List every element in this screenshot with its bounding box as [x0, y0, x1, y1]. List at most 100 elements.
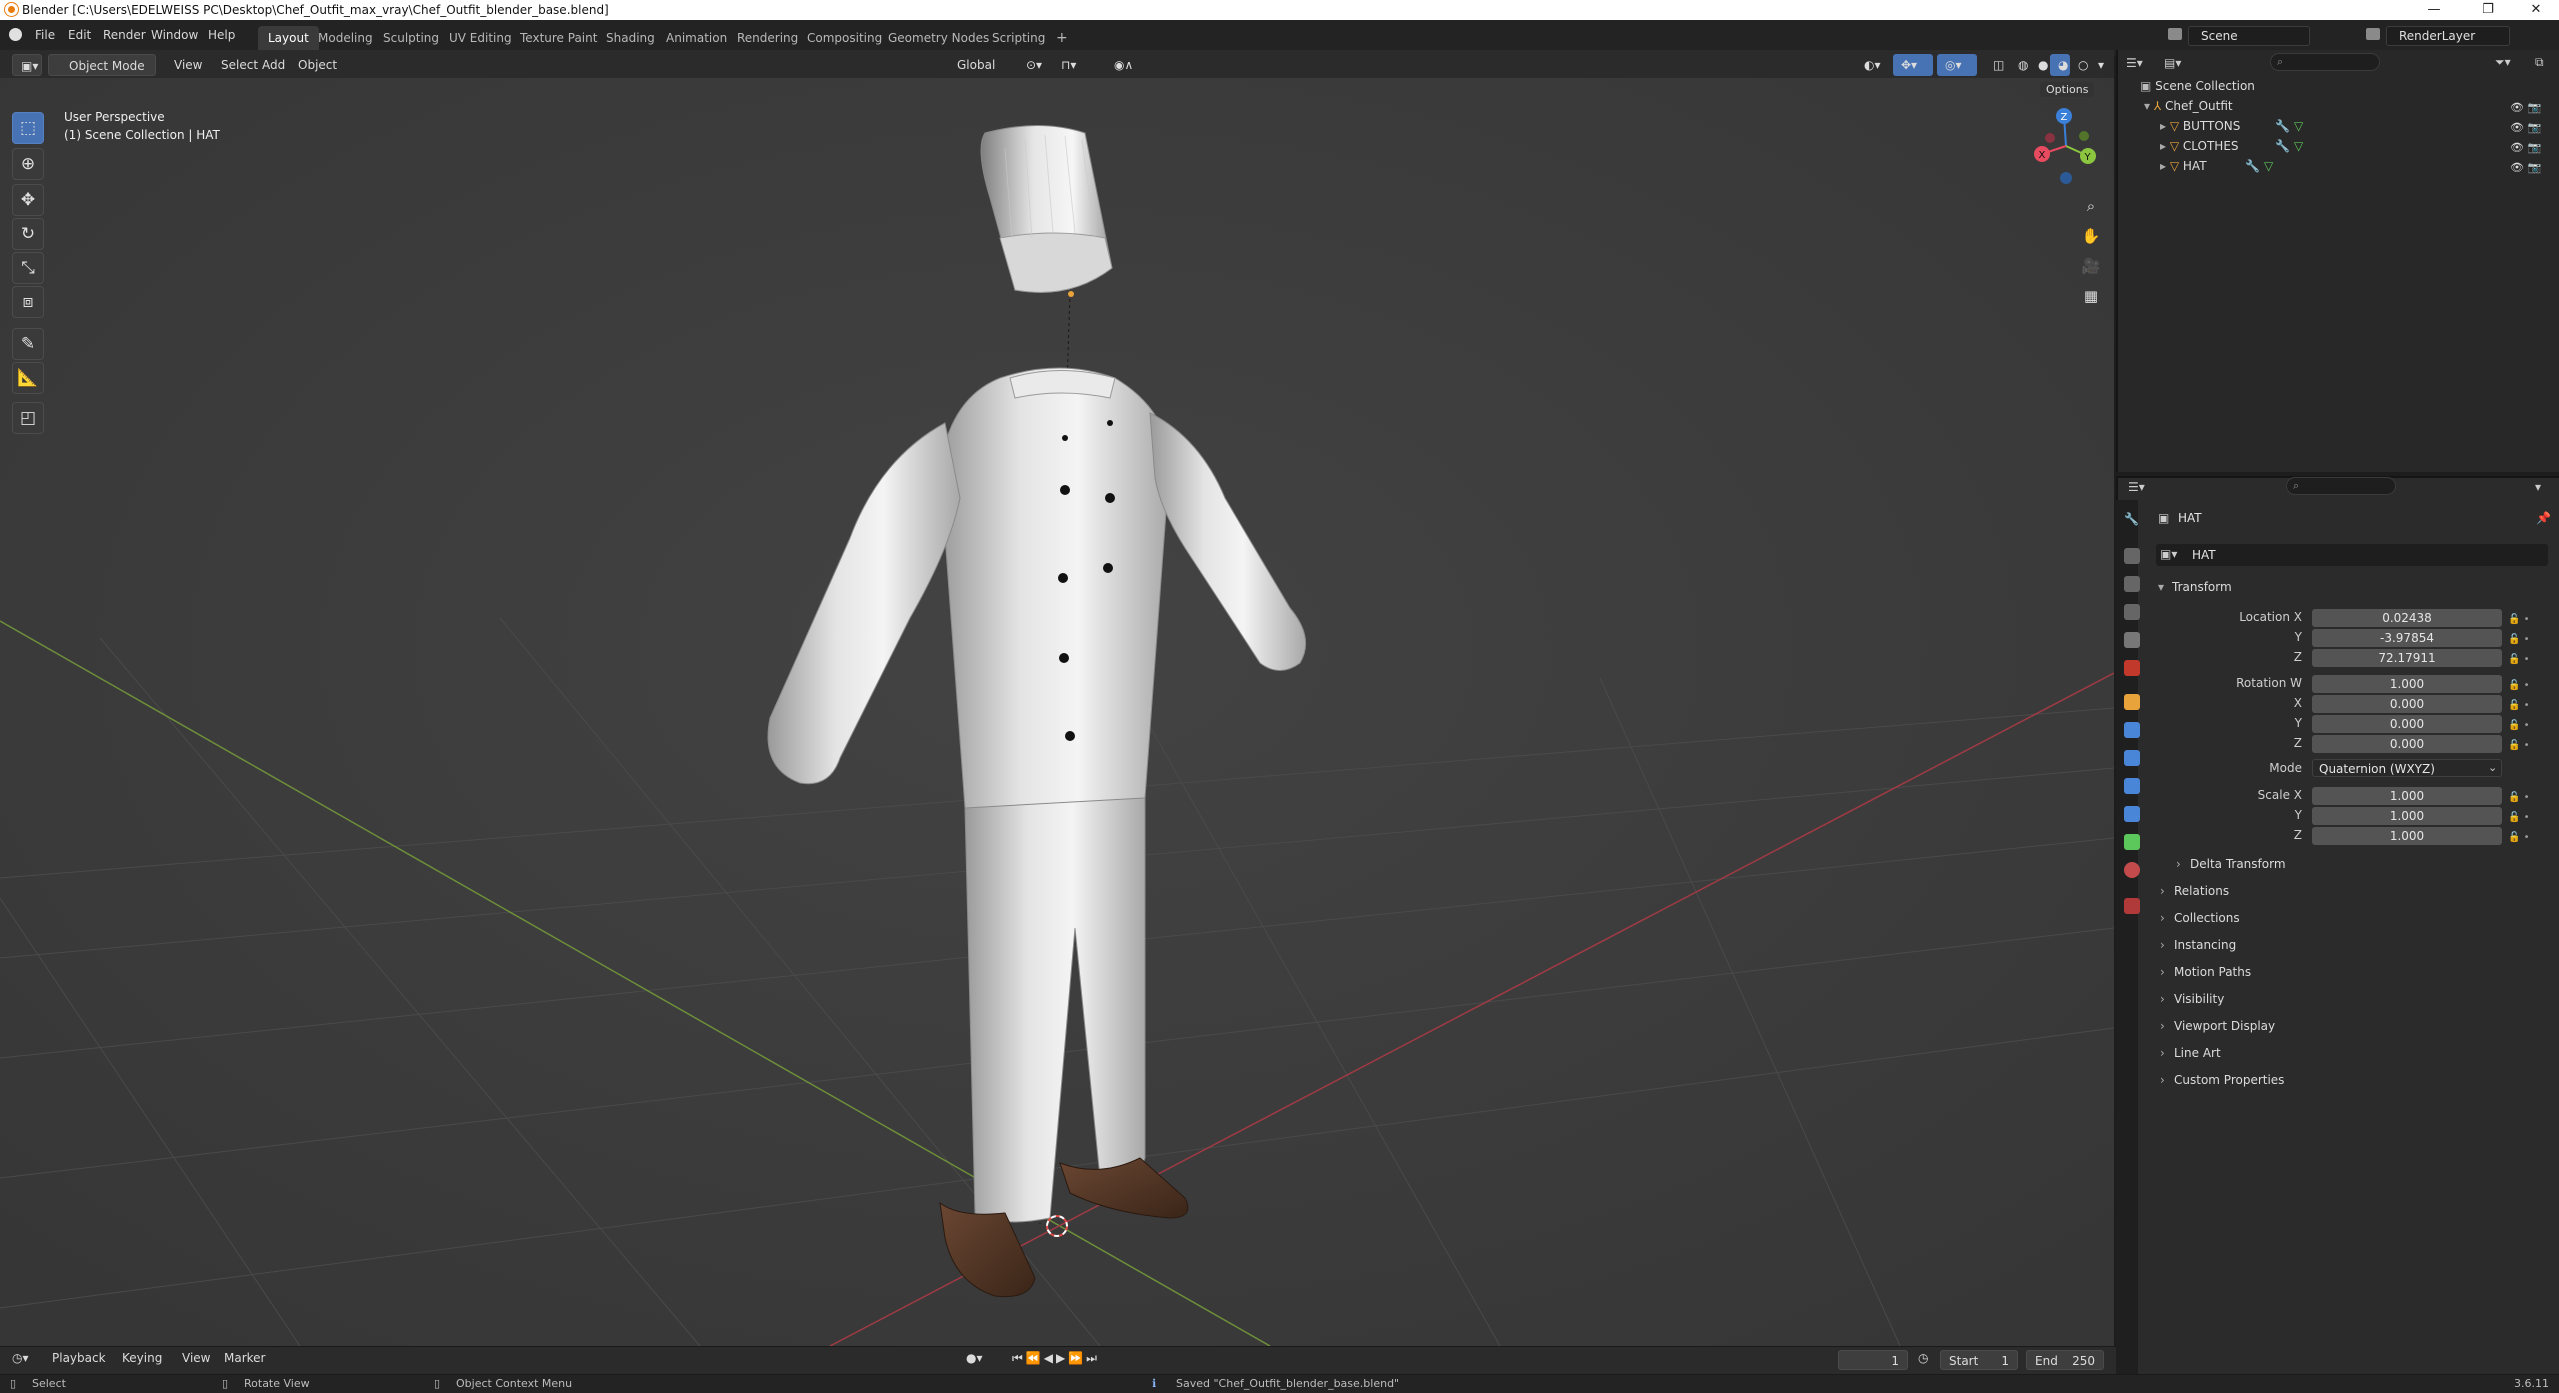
- camera-view-icon[interactable]: 🎥: [2079, 254, 2103, 278]
- relations-panel-header[interactable]: › Relations: [2160, 880, 2550, 902]
- tab-modeling[interactable]: Modeling: [308, 26, 383, 50]
- current-frame-field[interactable]: 1: [1838, 1350, 1908, 1370]
- shading-solid-icon[interactable]: ●: [2030, 54, 2050, 76]
- object-tab-icon[interactable]: [2124, 694, 2140, 710]
- playback-controls[interactable]: ⏮⏪◀▶⏩⏭: [1012, 1351, 1100, 1366]
- pan-hand-icon[interactable]: ✋: [2079, 224, 2103, 248]
- shading-wireframe-icon[interactable]: ◍: [2010, 54, 2030, 76]
- auto-keying-icon[interactable]: ●▾: [966, 1351, 983, 1365]
- motion-paths-panel-header[interactable]: › Motion Paths: [2160, 961, 2550, 983]
- output-tab-icon[interactable]: [2124, 576, 2140, 592]
- menu-view[interactable]: View: [166, 54, 210, 76]
- shading-options-icon[interactable]: ▾: [2090, 54, 2110, 76]
- navigation-gizmo[interactable]: Z Y X: [2026, 106, 2106, 186]
- outliner-buttons[interactable]: ▸ ▽ BUTTONS 🔧 ▽: [2160, 117, 2303, 135]
- transform-panel-header[interactable]: ▾ Transform: [2158, 576, 2548, 598]
- visibility-eye-icons[interactable]: 👁 📷 👁 📷 👁 📷 👁 📷: [2510, 98, 2541, 178]
- scale-tool[interactable]: ⤡: [12, 252, 44, 284]
- move-tool[interactable]: ✥: [12, 184, 44, 216]
- texture-tab-icon[interactable]: [2124, 898, 2140, 914]
- xray-toggle-icon[interactable]: ◫: [1985, 54, 2007, 76]
- properties-search-input[interactable]: ⌕: [2286, 477, 2396, 495]
- tab-sculpting[interactable]: Sculpting: [373, 26, 449, 50]
- location-z-field[interactable]: 72.17911: [2312, 649, 2502, 667]
- rotation-z-field[interactable]: 0.000: [2312, 735, 2502, 753]
- scene-tab-icon[interactable]: [2124, 632, 2140, 648]
- perspective-toggle-icon[interactable]: ▦: [2079, 284, 2103, 308]
- display-mode-icon[interactable]: ▤▾: [2164, 56, 2181, 70]
- physics-tab-icon[interactable]: [2124, 778, 2140, 794]
- tab-shading[interactable]: Shading: [596, 26, 665, 50]
- cursor-tool[interactable]: ⊕: [12, 148, 44, 180]
- outliner-editor-icon[interactable]: ☰▾: [2126, 56, 2143, 70]
- rotation-x-field[interactable]: 0.000: [2312, 695, 2502, 713]
- zoom-icon[interactable]: ⌕: [2079, 194, 2103, 218]
- start-frame-field[interactable]: Start 1: [1940, 1350, 2018, 1370]
- scale-y-field[interactable]: 1.000: [2312, 807, 2502, 825]
- location-y-field[interactable]: -3.97854: [2312, 629, 2502, 647]
- shading-material-icon[interactable]: ◕: [2050, 54, 2070, 76]
- collections-panel-header[interactable]: › Collections: [2160, 907, 2550, 929]
- properties-editor-icon[interactable]: ☰▾: [2128, 480, 2145, 494]
- line-art-panel-header[interactable]: › Line Art: [2160, 1042, 2550, 1064]
- menu-help[interactable]: Help: [208, 28, 235, 42]
- menu-keying[interactable]: Keying: [122, 1351, 162, 1365]
- annotate-tool[interactable]: ✎: [12, 328, 44, 360]
- pin-icon[interactable]: 📌: [2536, 511, 2551, 525]
- constraints-tab-icon[interactable]: [2124, 806, 2140, 822]
- rotation-lock-icons[interactable]: 🔓 • 🔓 • 🔓 • 🔓 •: [2508, 676, 2530, 756]
- world-tab-icon[interactable]: [2124, 660, 2140, 676]
- snap-icon[interactable]: ⊓▾: [1053, 54, 1103, 76]
- modifier-tab-icon[interactable]: [2124, 722, 2140, 738]
- visibility-toggle-icon[interactable]: ◐▾: [1856, 54, 1890, 76]
- minimize-button[interactable]: —: [2411, 0, 2457, 20]
- menu-file[interactable]: File: [35, 28, 55, 42]
- menu-timeline-view[interactable]: View: [182, 1351, 210, 1365]
- maximize-button[interactable]: ❐: [2465, 0, 2511, 20]
- object-mode-dropdown[interactable]: Object Mode: [48, 54, 156, 76]
- lock-icons[interactable]: 🔓 • 🔓 • 🔓 •: [2508, 610, 2530, 670]
- delta-transform-header[interactable]: › Delta Transform: [2176, 853, 2546, 875]
- end-frame-field[interactable]: End 250: [2026, 1350, 2104, 1370]
- view-layer-tab-icon[interactable]: [2124, 604, 2140, 620]
- gizmo-toggle-icon[interactable]: ✥▾: [1893, 54, 1933, 76]
- filter-icon[interactable]: ⏷▾: [2495, 55, 2511, 70]
- tab-texture-paint[interactable]: Texture Paint: [510, 26, 607, 50]
- material-tab-icon[interactable]: [2124, 862, 2140, 878]
- expand-arrow-icon[interactable]: ▸: [2160, 159, 2170, 173]
- add-cube-tool[interactable]: ◰: [12, 402, 44, 434]
- object-name-field[interactable]: ▣▾ HAT: [2156, 544, 2548, 566]
- outliner-search-input[interactable]: ⌕: [2270, 53, 2380, 71]
- scale-lock-icons[interactable]: 🔓 • 🔓 • 🔓 •: [2508, 788, 2530, 848]
- outliner-chef-outfit[interactable]: ▾ ⅄ Chef_Outfit: [2144, 97, 2233, 115]
- rotate-tool[interactable]: ↻: [12, 218, 44, 250]
- options-button[interactable]: Options: [2040, 82, 2095, 97]
- transform-tool[interactable]: ⧈: [12, 286, 44, 318]
- menu-playback[interactable]: Playback: [52, 1351, 106, 1365]
- scale-x-field[interactable]: 1.000: [2312, 787, 2502, 805]
- rotation-mode-dropdown[interactable]: Quaternion (WXYZ): [2312, 759, 2502, 777]
- timeline-editor-icon[interactable]: ◷▾: [12, 1351, 29, 1365]
- render-layer-selector[interactable]: RenderLayer: [2386, 26, 2510, 46]
- tab-scripting[interactable]: Scripting: [982, 26, 1055, 50]
- properties-options-icon[interactable]: ▾: [2535, 480, 2541, 494]
- instancing-panel-header[interactable]: › Instancing: [2160, 934, 2550, 956]
- menu-add[interactable]: Add: [254, 54, 293, 76]
- location-x-field[interactable]: 0.02438: [2312, 609, 2502, 627]
- editor-type-button[interactable]: ▣▾: [12, 54, 42, 76]
- data-tab-icon[interactable]: [2124, 834, 2140, 850]
- collapse-arrow-icon[interactable]: ▾: [2144, 99, 2154, 113]
- tool-tab-icon[interactable]: 🔧: [2124, 512, 2140, 528]
- menu-render[interactable]: Render: [103, 28, 146, 42]
- menu-object[interactable]: Object: [290, 54, 345, 76]
- shading-rendered-icon[interactable]: ○: [2070, 54, 2090, 76]
- overlays-toggle-icon[interactable]: ◎▾: [1937, 54, 1977, 76]
- close-button[interactable]: ✕: [2513, 0, 2559, 20]
- transform-orientation-dropdown[interactable]: Global: [935, 54, 1003, 76]
- outliner-hat[interactable]: ▸ ▽ HAT 🔧 ▽: [2160, 157, 2273, 175]
- menu-edit[interactable]: Edit: [68, 28, 91, 42]
- 3d-viewport[interactable]: User Perspective (1) Scene Collection | …: [0, 78, 2114, 1346]
- pivot-point-icon[interactable]: ⊙▾: [1018, 54, 1050, 76]
- custom-properties-panel-header[interactable]: › Custom Properties: [2160, 1069, 2550, 1091]
- render-tab-icon[interactable]: [2124, 548, 2140, 564]
